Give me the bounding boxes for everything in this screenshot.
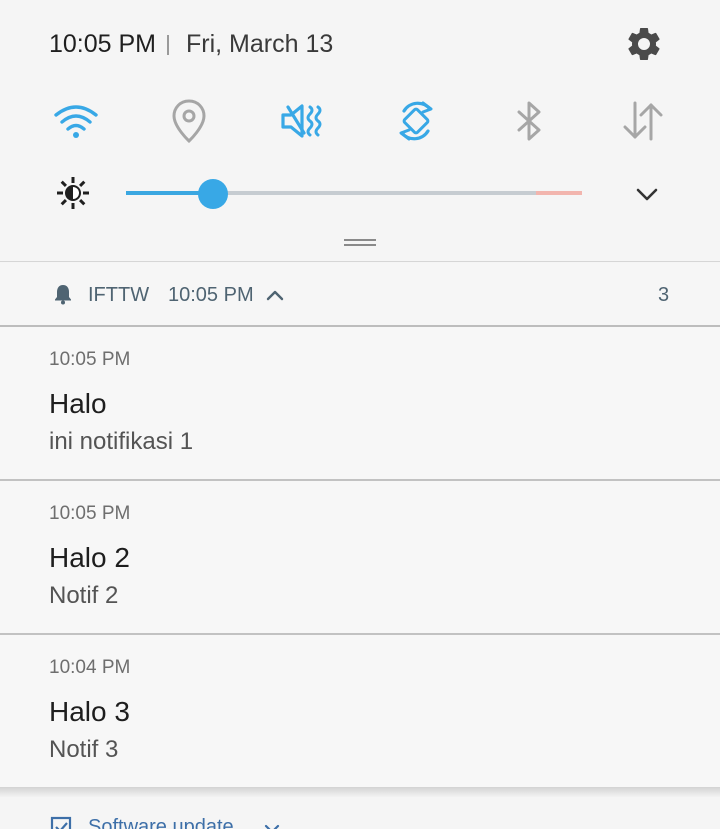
drag-handle[interactable]: [344, 239, 376, 247]
brightness-icon: [57, 177, 89, 209]
checkbox-icon: [50, 816, 72, 829]
notification-time: 10:05 PM: [49, 503, 131, 524]
brightness-slider-track[interactable]: [126, 191, 582, 195]
status-header: 10:05 PM Fri, March 13: [0, 0, 720, 90]
notification-title: Halo: [49, 388, 107, 419]
group-shadow: [0, 787, 720, 797]
notification-title: Halo 2: [49, 542, 130, 573]
auto-rotate-icon[interactable]: [392, 97, 440, 145]
chevron-down-icon[interactable]: [632, 180, 662, 210]
notification-item[interactable]: 10:04 PM Halo 3 Notif 3: [0, 635, 720, 788]
notification-body: ini notifikasi 1: [49, 428, 194, 455]
notification-item[interactable]: 10:05 PM Halo 2 Notif 2: [0, 481, 720, 634]
gear-icon[interactable]: [624, 24, 664, 64]
header-separator: [167, 35, 169, 55]
clock[interactable]: 10:05 PM: [49, 30, 156, 59]
chevron-up-icon[interactable]: [264, 285, 286, 305]
brightness-slider-warning-zone: [536, 191, 582, 195]
wifi-icon[interactable]: [52, 97, 100, 145]
bluetooth-icon[interactable]: [505, 97, 553, 145]
sound-mute-icon[interactable]: [278, 97, 326, 145]
notification-count: 3: [658, 284, 670, 306]
notification-time: 10:05 PM: [49, 349, 131, 370]
group-time: 10:05 PM: [168, 284, 254, 306]
notification-group-header[interactable]: Software update: [0, 797, 720, 829]
notification-body: Notif 2: [49, 582, 119, 609]
notification-item[interactable]: 10:05 PM Halo ini notifikasi 1: [0, 327, 720, 480]
chevron-down-icon[interactable]: [262, 819, 282, 829]
divider: [0, 261, 720, 262]
date[interactable]: Fri, March 13: [186, 30, 333, 59]
bell-icon: [55, 285, 71, 305]
notification-group-header[interactable]: IFTTW 10:05 PM 3: [0, 263, 720, 325]
notification-time: 10:04 PM: [49, 657, 131, 678]
app-name: Software update: [88, 816, 234, 829]
app-name: IFTTW: [88, 284, 150, 306]
brightness-slider-thumb[interactable]: [197, 179, 228, 209]
location-icon[interactable]: [165, 97, 213, 145]
notification-shade: 10:05 PM Fri, March 13 IFTTW 10:05 PM 3 …: [0, 0, 720, 829]
mobile-data-icon[interactable]: [619, 97, 667, 145]
notification-body: Notif 3: [49, 736, 119, 763]
notification-title: Halo 3: [49, 696, 130, 727]
